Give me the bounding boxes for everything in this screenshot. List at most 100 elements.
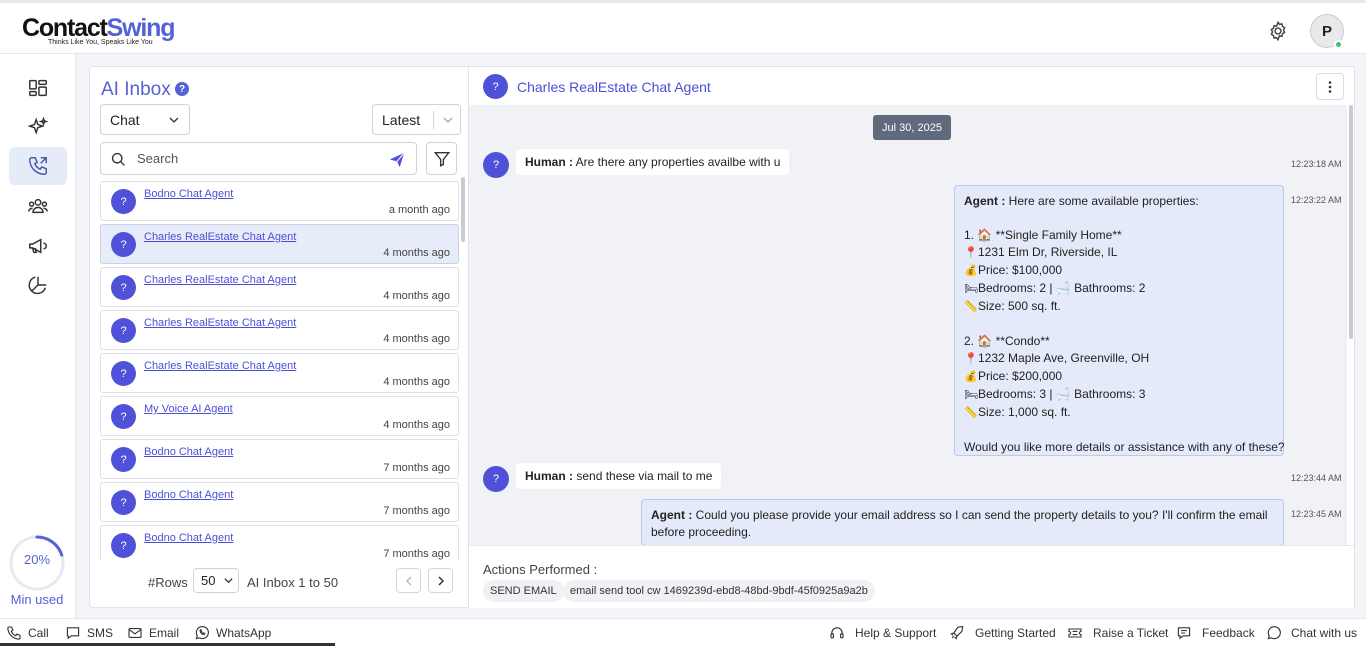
footer-whatsapp[interactable]: WhatsApp [194, 625, 271, 641]
inbox-title: AI Inbox [101, 79, 171, 100]
next-page-button[interactable] [428, 568, 453, 593]
brand-tagline: Thinks Like You, Speaks Like You [48, 39, 153, 46]
conversation-agent-name[interactable]: Charles RealEstate Chat Agent [144, 274, 296, 286]
footer-raise-ticket-label: Raise a Ticket [1093, 626, 1169, 640]
footer-whatsapp-label: WhatsApp [216, 626, 272, 640]
property-size: Size: 1,000 sq. ft. [978, 405, 1071, 419]
conversation-time: 7 months ago [383, 505, 450, 517]
actions-performed: Actions Performed : SEND EMAIL email sen… [469, 545, 1354, 608]
message-text: Would you like more details or assistanc… [964, 440, 1285, 454]
chat-scrollbar[interactable] [1349, 105, 1353, 339]
ruler-icon: 📏 [964, 407, 978, 419]
rows-per-page-select[interactable]: 50 [193, 568, 239, 593]
search-input[interactable]: Search [137, 151, 178, 166]
users-icon [28, 198, 48, 214]
conversation-time: 4 months ago [383, 376, 450, 388]
message-text: before proceeding. [651, 525, 752, 539]
top-bar: ContactSwing Thinks Like You, Speaks Lik… [0, 0, 1366, 54]
agent-avatar: ? [111, 189, 136, 214]
conversation-item[interactable]: ? Charles RealEstate Chat Agent 4 months a… [100, 353, 459, 393]
footer-call[interactable]: Call [6, 625, 49, 641]
channel-select[interactable]: Chat [100, 104, 190, 135]
footer-chat-with-us[interactable]: Chat with us [1266, 625, 1357, 641]
agent-avatar: ? [483, 74, 508, 99]
help-icon[interactable]: ? [175, 82, 189, 96]
conversation-agent-name[interactable]: Bodno Chat Agent [144, 188, 233, 200]
money-bag-icon: 💰 [964, 371, 978, 383]
chat-panel: ? Charles RealEstate Chat Agent Jul 30, … [469, 66, 1355, 608]
conversation-item[interactable]: ? Bodno Chat Agent 7 months ago [100, 482, 459, 522]
agent-avatar: ? [111, 318, 136, 343]
dashboard-icon [29, 79, 47, 97]
search-field[interactable]: Search [100, 142, 417, 175]
conversation-item[interactable]: ? Charles RealEstate Chat Agent 4 months a… [100, 267, 459, 307]
conversation-agent-name[interactable]: Charles RealEstate Chat Agent [144, 360, 296, 372]
money-bag-icon: 💰 [964, 265, 978, 277]
footer-feedback[interactable]: Feedback [1176, 625, 1255, 641]
conversation-item[interactable]: ? Charles RealEstate Chat Agent 4 months a… [100, 310, 459, 350]
conversation-item[interactable]: ? Bodno Chat Agent 7 months ago [100, 525, 459, 561]
chevron-down-icon [443, 117, 453, 123]
conversation-agent-name[interactable]: Bodno Chat Agent [144, 489, 233, 501]
chat-title: Charles RealEstate Chat Agent [517, 79, 711, 95]
footer-sms[interactable]: SMS [65, 625, 113, 641]
feedback-icon [1177, 627, 1191, 640]
message-time: 12:23:22 AM [1291, 195, 1342, 205]
human-message: Human : Are there any properties availbe… [516, 149, 790, 175]
ai-inbox-panel: AI Inbox ? Chat Latest Search ? Bodno Cha… [89, 66, 469, 608]
conversation-agent-name[interactable]: Charles RealEstate Chat Agent [144, 231, 296, 243]
select-divider [433, 111, 434, 130]
conversation-agent-name[interactable]: My Voice AI Agent [144, 403, 233, 415]
brand-name-part2: Swing [106, 14, 176, 42]
conversation-item[interactable]: ? Bodno Chat Agent 7 months ago [100, 439, 459, 479]
chevron-right-icon [437, 575, 444, 586]
property-rooms: Bedrooms: 3 | 🛁 Bathrooms: 3 [978, 387, 1146, 401]
conversation-agent-name[interactable]: Bodno Chat Agent [144, 446, 233, 458]
nav-calls[interactable] [9, 147, 67, 185]
chat-circle-icon [1267, 626, 1281, 640]
property-title: 2. 🏠 **Condo** [964, 334, 1050, 348]
agent-message: Agent : Here are some available properti… [954, 185, 1285, 456]
prev-page-button[interactable] [396, 568, 421, 593]
conversation-time: 4 months ago [383, 247, 450, 259]
footer-getting-started[interactable]: Getting Started [949, 625, 1056, 641]
more-options-button[interactable] [1316, 73, 1344, 100]
phone-calls-icon [29, 157, 47, 175]
conversation-item[interactable]: ? My Voice AI Agent 4 months ago [100, 396, 459, 436]
speaker-label: Agent : [651, 508, 693, 522]
brand-logo[interactable]: ContactSwing Thinks Like You, Speaks Lik… [22, 14, 176, 46]
footer-email[interactable]: Email [127, 625, 179, 641]
action-chip: SEND EMAIL [483, 580, 564, 602]
nav-contacts[interactable] [9, 187, 67, 225]
speaker-label: Human : [525, 155, 573, 169]
conversation-time: 4 months ago [383, 333, 450, 345]
footer-help-support[interactable]: Help & Support [829, 625, 936, 641]
list-scrollbar[interactable] [461, 177, 465, 242]
agent-avatar: ? [111, 361, 136, 386]
human-avatar: ? [483, 152, 509, 178]
conversation-agent-name[interactable]: Charles RealEstate Chat Agent [144, 317, 296, 329]
conversation-item-selected[interactable]: ? Charles RealEstate Chat Agent 4 months a… [100, 224, 459, 264]
chat-header: ? Charles RealEstate Chat Agent [469, 67, 1354, 105]
nav-campaigns[interactable] [9, 227, 67, 265]
footer-help-label: Help & Support [855, 626, 937, 640]
footer-raise-ticket[interactable]: Raise a Ticket [1067, 625, 1168, 641]
conversation-list: ? Bodno Chat Agent a month ago ? Charles Re… [100, 181, 459, 561]
bed-icon: 🛏 [964, 283, 978, 295]
conversation-agent-name[interactable]: Bodno Chat Agent [144, 532, 233, 544]
nav-dashboard[interactable] [9, 69, 67, 107]
chat-messages[interactable]: Jul 30, 2025 ? Human : Are there any pro… [469, 105, 1347, 545]
nav-ai[interactable] [9, 108, 67, 146]
nav-analytics[interactable] [9, 266, 67, 304]
message-text: send these via mail to me [576, 469, 713, 483]
property-price: Price: $100,000 [978, 263, 1063, 277]
footer-chat-label: Chat with us [1291, 626, 1358, 640]
pagination-bar: #Rows 50 AI Inbox 1 to 50 [90, 565, 468, 601]
message-time: 12:23:18 AM [1291, 159, 1342, 169]
settings-gear-icon[interactable] [1267, 20, 1289, 42]
filter-button[interactable] [426, 142, 457, 175]
message-time: 12:23:44 AM [1291, 473, 1342, 483]
conversation-item[interactable]: ? Bodno Chat Agent a month ago [100, 181, 459, 221]
sort-select[interactable]: Latest [372, 104, 461, 135]
send-icon[interactable] [388, 151, 406, 169]
